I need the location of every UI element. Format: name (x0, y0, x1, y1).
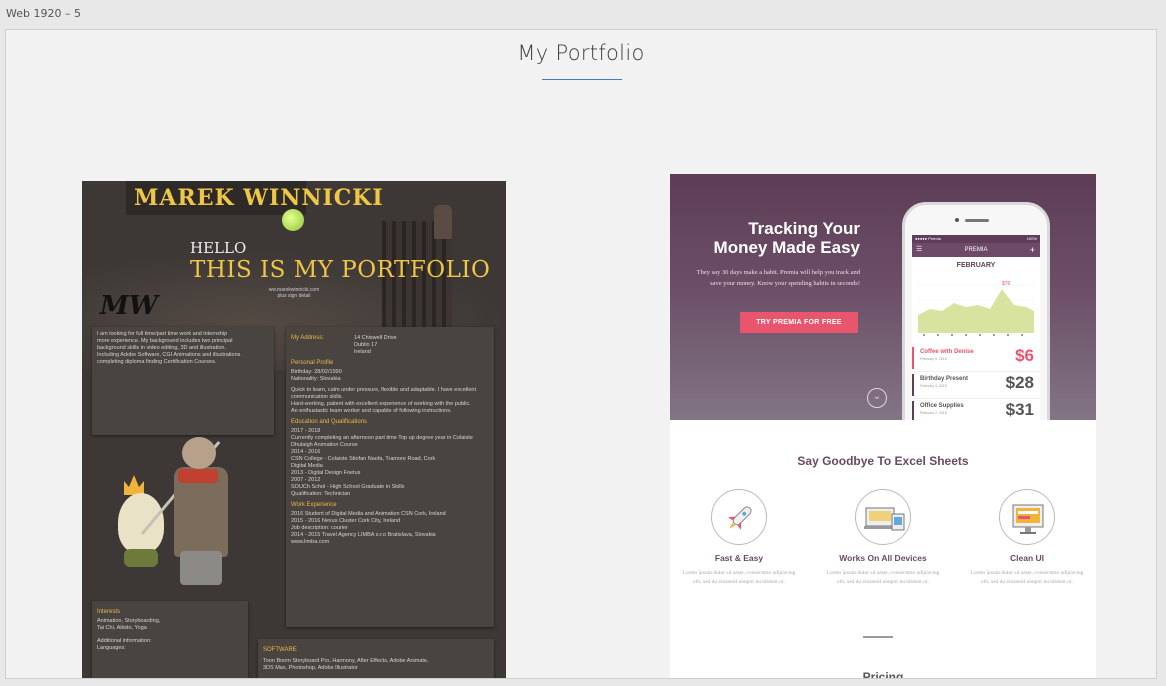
chart-peak-label: $76 (1002, 281, 1011, 287)
feature-title: Clean UI (1009, 553, 1044, 563)
title-underline (542, 79, 622, 80)
cv-additional: Languages: (97, 645, 126, 651)
pricing-title: Pricing (862, 670, 904, 679)
feature-text: Lorem ipsum dolor sit amet, consectetur … (826, 570, 940, 585)
expense-marker (912, 347, 914, 369)
cv-work-label: Work Experience (291, 502, 337, 508)
cv-details-box: My Address: 14 Chiswell Drive Dublin 17 … (286, 327, 494, 627)
feature-all-devices: Works On All Devices Lorem ipsum dolor s… (823, 489, 943, 587)
expense-name: Birthday Present (920, 376, 969, 382)
artboard-label[interactable]: Web 1920 – 5 (6, 7, 81, 20)
feature-clean-ui: Clean UI Lorem ipsum dolor sit amet, con… (967, 489, 1087, 587)
status-carrier: ●●●●● Premia (915, 236, 941, 241)
cv-education: 2017 - 2018 Currently completing an afte… (291, 428, 473, 497)
expense-item[interactable]: Office Supplies February 2, 2015 $31 (912, 399, 1040, 420)
portfolio-item-cv[interactable]: MAREK WINNICKI HELLO THIS IS MY PORTFOLI… (82, 181, 506, 678)
expense-amount: $6 (1015, 346, 1034, 365)
plus-icon: + (1029, 245, 1035, 255)
cv-software: Toon Boom Storyboard Pro, Harmony, After… (263, 658, 429, 671)
cv-software-content: Software Toon Boom Storyboard Pro, Harmo… (258, 639, 494, 676)
expense-item[interactable]: Coffee with Denise February 5, 2015 $6 (912, 345, 1040, 372)
devices-icon (855, 489, 911, 545)
hero-subtitle: They say 30 days make a habit. Premia wi… (696, 269, 860, 287)
menu-icon: ☰ (916, 246, 923, 253)
chevron-down-icon[interactable]: ⌄ (867, 388, 887, 408)
portfolio-item-premia[interactable]: Tracking Your Money Made Easy They say 3… (670, 174, 1096, 679)
cv-education-label: Education and Qualifications (291, 419, 368, 425)
rocket-icon (711, 489, 767, 545)
expense-marker (912, 374, 914, 396)
phone-screen: ●●●●● Premia 100% ☰ PREMIA + FEBRUARY $7… (912, 235, 1040, 420)
feature-text: Lorem ipsum dolor sit amet, consectetur … (970, 570, 1084, 585)
phone-app-bar: ☰ PREMIA + (912, 243, 1040, 257)
phone-mockup: ●●●●● Premia 100% ☰ PREMIA + FEBRUARY $7… (902, 202, 1050, 420)
cv-about-box: I am looking for full time/part time wor… (92, 327, 274, 435)
expense-amount: $31 (1005, 400, 1034, 419)
cv-software-label: Software (263, 647, 297, 653)
cv-personal: Birthday: 28/02/1990 Nationality: Slovak… (291, 369, 342, 382)
expense-item[interactable]: Birthday Present February 4, 2015 $28 (912, 372, 1040, 399)
feature-title: Fast & Easy (714, 553, 764, 563)
status-battery: 100% (1026, 236, 1037, 241)
cv-skills-list: Quick to learn, calm under pressure, fle… (291, 387, 476, 414)
expense-date: February 2, 2015 (920, 411, 947, 415)
features-section-title: Say Goodbye To Excel Sheets (797, 454, 969, 468)
cv-personal-label: Personal Profile (291, 360, 334, 366)
cv-interests-label: Interests (97, 609, 121, 615)
cv-interests-box: Interests Animation, Storyboarding, Tai … (92, 601, 248, 678)
artboard-frame: My Portfolio MAREK WINNICKI HELLO THIS I… (5, 29, 1157, 679)
cv-additional-label: Additional information: (97, 638, 152, 644)
page-title: My Portfolio (517, 41, 645, 65)
phone-month: FEBRUARY (956, 262, 996, 269)
expense-name: Office Supplies (920, 403, 964, 409)
cv-details: My Address: 14 Chiswell Drive Dublin 17 … (286, 327, 494, 550)
section-divider (863, 636, 893, 638)
cv-interests: Animation, Storyboarding, Tai Chi, Aikid… (97, 618, 161, 631)
phone-spending-chart: $76 (918, 281, 1034, 337)
cv-interests-content: Interests Animation, Storyboarding, Tai … (92, 601, 248, 656)
phone-camera (955, 218, 959, 222)
cv-address-label: My Address: (291, 335, 325, 341)
expense-date: February 4, 2015 (920, 384, 947, 388)
cv-logo: MW (100, 291, 158, 321)
cv-name: MAREK WINNICKI (134, 185, 384, 211)
cv-software-box: Software Toon Boom Storyboard Pro, Harmo… (258, 639, 494, 678)
feature-text: Lorem ipsum dolor sit amet, consectetur … (682, 570, 796, 585)
phone-app-title: PREMIA (964, 247, 988, 253)
cv-robot-illustration (434, 205, 452, 239)
expense-marker (912, 401, 914, 420)
expense-name: Coffee with Denise (920, 349, 974, 355)
cv-hello: HELLO (190, 239, 247, 257)
hero-section: Tracking Your Money Made Easy They say 3… (670, 174, 1096, 420)
cv-work: 2016 Student of Digital Media and Animat… (291, 511, 446, 545)
try-premia-button[interactable]: TRY PREMIA FOR FREE (740, 312, 858, 333)
phone-status-bar: ●●●●● Premia 100% (912, 235, 1040, 243)
hero-title: Tracking Your Money Made Easy (713, 219, 860, 257)
cv-contact: ww.marekwinnicki.com plus sign detail (268, 287, 320, 299)
cv-about-text: I am looking for full time/part time wor… (97, 331, 241, 365)
phone-speaker (965, 219, 989, 222)
feature-fast-easy: Fast & Easy Lorem ipsum dolor sit amet, … (679, 489, 799, 587)
cv-address: 14 Chiswell Drive Dublin 17 Ireland (354, 335, 397, 355)
expense-date: February 5, 2015 (920, 357, 947, 361)
cv-headline: THIS IS MY PORTFOLIO (190, 257, 491, 283)
monitor-icon (999, 489, 1055, 545)
cv-orb-illustration (282, 209, 304, 231)
expense-amount: $28 (1005, 373, 1034, 392)
cv-wizard-illustration (140, 431, 244, 591)
feature-title: Works On All Devices (839, 553, 927, 563)
